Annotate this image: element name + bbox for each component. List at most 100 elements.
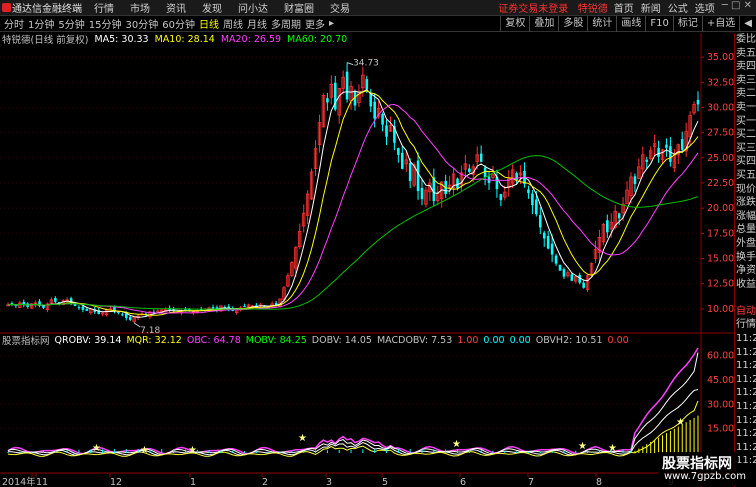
top-item-formula[interactable]: 公式 (668, 0, 688, 15)
signal-star-icon: ★ (188, 445, 197, 456)
side-label-16: 换手 (736, 251, 756, 263)
period-tab-60min[interactable]: 60分钟 (160, 16, 197, 31)
period-tab-15min[interactable]: 15分钟 (87, 16, 124, 31)
trade-login-status[interactable]: 证券交易未登录 特锐德 (498, 0, 614, 15)
xaxis-label: 1 (190, 477, 196, 487)
candle-body (645, 159, 649, 162)
main-ytick-label: 25.00 (707, 153, 734, 164)
period-tab-1min[interactable]: 1分钟 (26, 16, 56, 31)
main-ytick-label: 15.00 (707, 254, 734, 265)
tool-stats[interactable]: 统计 (587, 16, 616, 32)
signal-star-icon: ★ (578, 441, 587, 452)
menu-item-wenxiaoda[interactable]: 问小达 (230, 0, 276, 15)
candle-body (397, 148, 400, 155)
candle-body (554, 255, 558, 264)
period-tab-multi[interactable]: 多周期 (269, 16, 303, 31)
app-logo-icon (2, 3, 11, 12)
menu-item-hangqing[interactable]: 行情 (86, 0, 122, 15)
period-tab-5min[interactable]: 5分钟 (56, 16, 86, 31)
period-tab-weekly[interactable]: 周线 (221, 16, 245, 31)
tool-add-watchlist[interactable]: +自选 (701, 16, 739, 32)
ma10-line (7, 90, 699, 316)
side-label-21: 行情 (736, 319, 756, 331)
side-label-20: 自动 (736, 305, 756, 317)
menu-item-jiaoyi[interactable]: 交易 (322, 0, 358, 15)
tool-f10[interactable]: F10 (645, 16, 672, 32)
side-label-9: 买四 (736, 156, 756, 168)
tool-collapse-icon[interactable]: ◀ (739, 16, 756, 32)
candle-body (546, 236, 550, 249)
candle-body (432, 177, 436, 202)
candle-body (456, 178, 459, 189)
candle-body (81, 306, 85, 310)
menu-item-zixun[interactable]: 资讯 (158, 0, 194, 15)
candle-body (570, 274, 574, 281)
chart-canvas[interactable]: ★ ★ ★ ★ ★ ★ ★ ★ 35.00 32.50 30.00 27.50 25.00 22.50 2… (0, 33, 734, 487)
main-ytick-label: 27.50 (707, 128, 734, 139)
more-caret-icon[interactable]: ▸ (327, 18, 336, 29)
xaxis-label: 8 (596, 477, 602, 487)
side-label-12: 涨跌 (736, 197, 756, 209)
candle-body (527, 189, 530, 194)
candle-body (117, 311, 120, 313)
candle-body (381, 113, 384, 125)
candle-body (416, 160, 420, 192)
tool-multi-stock[interactable]: 多股 (558, 16, 587, 32)
quote-side-panel: 委比 卖五 卖四 卖三 卖二 卖一 买一 买二 买三 买四 买五 现价 涨跌 涨幅 总量 外盘 换手 净资 收益 自… (734, 33, 756, 487)
top-item-options[interactable]: 选项 (695, 0, 715, 15)
candle-body (400, 152, 404, 169)
tool-mark[interactable]: 标记 (672, 16, 702, 32)
period-tab-daily[interactable]: 日线 (197, 16, 221, 31)
xaxis-label: 2014年 (2, 476, 36, 487)
menu-item-caifuquan[interactable]: 财富圈 (276, 0, 322, 15)
top-right-menu: 首页 新闻 公式 选项 ─ □ ✕ (614, 0, 756, 15)
candle-body (538, 215, 542, 228)
side-label-22: 11:2 (736, 333, 756, 345)
signal-star-icon: ★ (608, 443, 617, 454)
main-ytick-label: 32.50 (707, 77, 734, 88)
main-ytick-label: 30.00 (707, 102, 734, 113)
ind-ytick-label: 30.00 (707, 399, 734, 410)
side-label-23: 11:2 (736, 346, 756, 358)
ind-ytick-label: 60.00 (707, 351, 734, 362)
side-label-7: 买二 (736, 129, 756, 141)
tool-draw-line[interactable]: 画线 (616, 16, 645, 32)
candle-body (468, 168, 471, 172)
candle-body (365, 79, 369, 90)
tool-fuquan[interactable]: 复权 (500, 16, 529, 32)
xaxis-label: 6 (460, 477, 466, 487)
side-label-19 (735, 291, 756, 305)
candle-body (85, 308, 89, 311)
candle-body (499, 194, 503, 201)
signal-star-icon: ★ (452, 439, 461, 450)
period-tab-fenshi[interactable]: 分时 (0, 16, 26, 31)
menu-item-shichang[interactable]: 市场 (122, 0, 158, 15)
candle-body (345, 71, 349, 100)
side-label-1: 卖五 (736, 47, 756, 59)
candle-body (128, 316, 132, 320)
period-tab-more[interactable]: 更多 (303, 16, 327, 31)
candle-body (243, 306, 246, 308)
top-item-home[interactable]: 首页 (614, 0, 634, 15)
side-label-18: 收益 (736, 278, 756, 290)
candle-body (633, 176, 637, 185)
side-label-26: 11:2 (736, 387, 756, 399)
candle-body (582, 282, 585, 288)
period-tab-30min[interactable]: 30分钟 (123, 16, 160, 31)
menu-item-faxian[interactable]: 发现 (194, 0, 230, 15)
xaxis-label: 12 (110, 477, 122, 487)
top-item-news[interactable]: 新闻 (641, 0, 661, 15)
side-label-29: 11:2 (736, 428, 756, 440)
app-window: 通达信金融终端 行情 市场 资讯 发现 问小达 财富圈 交易 证券交易未登录 特… (0, 0, 756, 487)
chart-tools: 复权 叠加 多股 统计 画线 F10 标记 +自选 ◀ (500, 16, 756, 32)
side-label-5: 卖一 (736, 101, 756, 113)
xaxis-label: 5 (382, 477, 388, 487)
xaxis-label: 11 (36, 477, 48, 487)
xaxis-label: 7 (528, 477, 534, 487)
tool-overlay[interactable]: 叠加 (529, 16, 558, 32)
ma20-line (7, 103, 699, 314)
main-ytick-label: 17.50 (707, 228, 734, 239)
period-tab-monthly[interactable]: 月线 (245, 16, 269, 31)
window-controls[interactable]: ─ □ ✕ (722, 0, 752, 15)
side-label-28: 11:2 (736, 414, 756, 426)
